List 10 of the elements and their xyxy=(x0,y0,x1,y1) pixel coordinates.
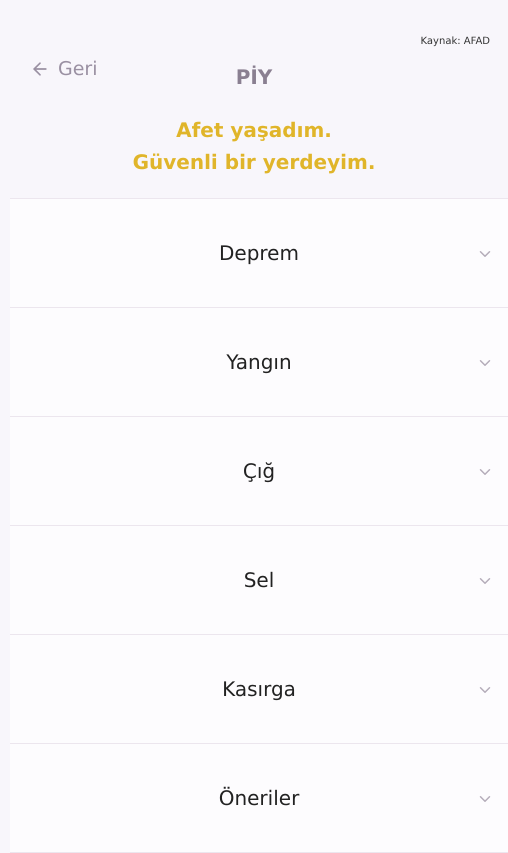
accordion-item[interactable]: Yangın xyxy=(10,308,508,417)
accordion-item[interactable]: Deprem xyxy=(10,199,508,308)
accordion-item[interactable]: Çığ xyxy=(10,417,508,526)
source-label: Kaynak: AFAD xyxy=(420,35,490,49)
page-title: PİY xyxy=(236,64,272,91)
accordion-item[interactable]: Öneriler xyxy=(10,744,508,853)
accordion-item[interactable]: Kasırga xyxy=(10,635,508,744)
accordion-item[interactable]: Sel xyxy=(10,526,508,635)
heading-line: Afet yaşadım. xyxy=(176,117,332,144)
heading-line: Güvenli bir yerdeyim. xyxy=(132,149,376,176)
